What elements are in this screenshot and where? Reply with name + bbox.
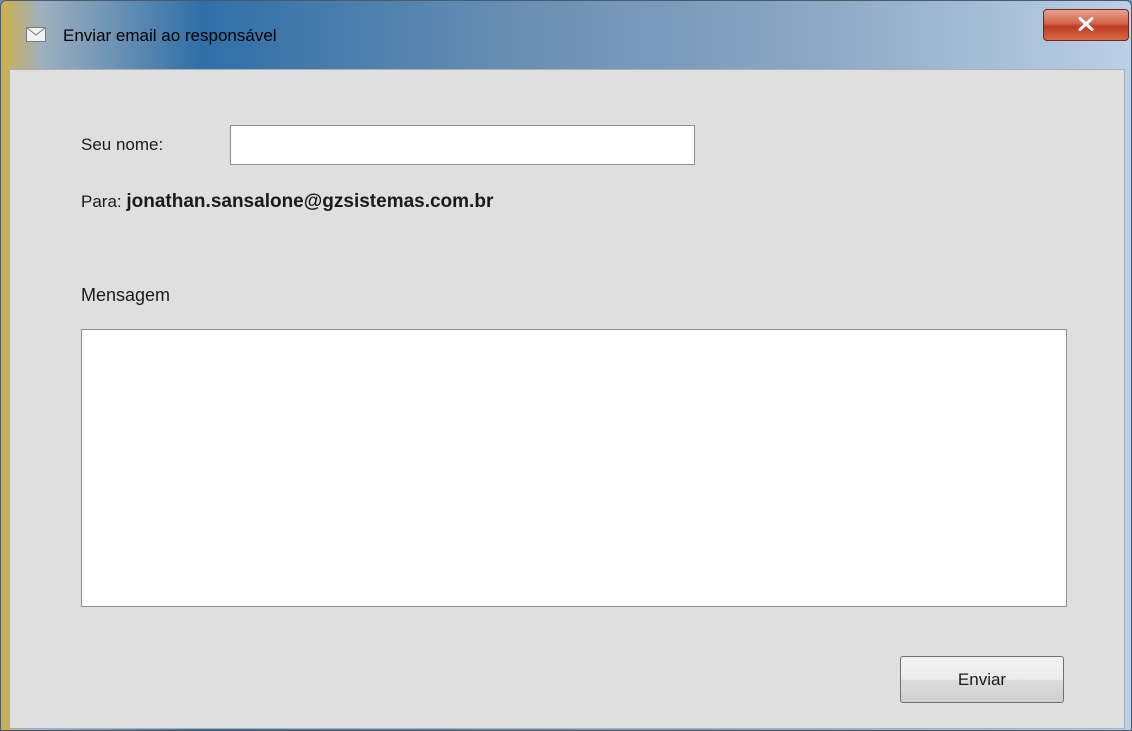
to-label: Para: bbox=[81, 192, 122, 211]
name-label: Seu nome: bbox=[81, 135, 164, 154]
window-title: Enviar email ao responsável bbox=[63, 26, 277, 45]
name-input[interactable] bbox=[230, 125, 695, 165]
dialog-content: Seu nome: Para: jonathan.sansalone@gzsis… bbox=[9, 69, 1125, 729]
email-dialog-window: Enviar email ao responsável Seu nome: Pa… bbox=[0, 0, 1132, 731]
close-button[interactable] bbox=[1043, 9, 1129, 41]
send-button[interactable]: Enviar bbox=[900, 656, 1064, 703]
message-label: Mensagem bbox=[81, 285, 171, 305]
recipient-line: Para: jonathan.sansalone@gzsistemas.com.… bbox=[81, 191, 493, 213]
title-bar[interactable]: Enviar email ao responsável bbox=[1, 1, 1131, 69]
recipient-email: jonathan.sansalone@gzsistemas.com.br bbox=[126, 191, 494, 212]
envelope-icon bbox=[26, 27, 46, 42]
message-textarea[interactable] bbox=[81, 329, 1067, 607]
close-icon bbox=[1078, 16, 1094, 35]
